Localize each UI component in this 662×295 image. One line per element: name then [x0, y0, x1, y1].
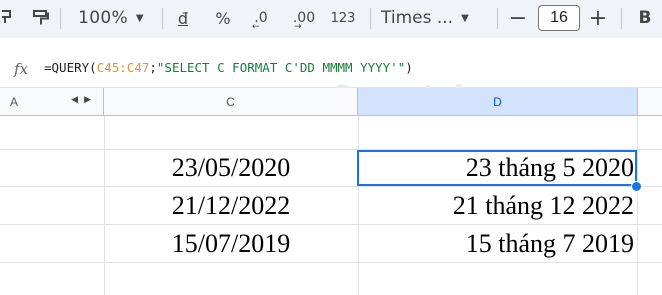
- toolbar-divider: [162, 8, 163, 29]
- column-header-a[interactable]: A ◀▶: [0, 88, 104, 116]
- toolbar-divider: [370, 8, 371, 29]
- formula-query-string: "SELECT C FORMAT C'DD MMMM YYYY'": [156, 60, 406, 75]
- percent-format-button[interactable]: %: [208, 0, 238, 36]
- fill-handle[interactable]: [631, 181, 642, 192]
- cell-d46[interactable]: 21 tháng 12 2022: [358, 188, 638, 224]
- bold-button[interactable]: B: [630, 0, 660, 36]
- row-gridline: [0, 262, 662, 263]
- currency-format-button[interactable]: đ: [168, 0, 198, 36]
- column-header-d[interactable]: D: [358, 88, 638, 116]
- column-header-c[interactable]: C: [104, 88, 358, 116]
- cell-c45[interactable]: 23/05/2020: [104, 150, 358, 186]
- paint-format-icon[interactable]: [28, 0, 54, 36]
- column-header-label: A: [10, 94, 19, 109]
- cell-c46[interactable]: 21/12/2022: [104, 188, 358, 224]
- font-family-select[interactable]: Times ... ▼: [381, 0, 489, 36]
- row-gridline: [0, 224, 662, 225]
- column-header-e[interactable]: [638, 88, 662, 116]
- caret-down-icon: ▼: [135, 12, 144, 24]
- formula-range: C45:C47: [96, 60, 150, 75]
- column-header-label: D: [493, 94, 502, 109]
- cell-c47[interactable]: 15/07/2019: [104, 226, 358, 262]
- toolbar-divider: [497, 8, 498, 29]
- formula-input[interactable]: =QUERY(C45:C47;"SELECT C FORMAT C'DD MMM…: [44, 60, 413, 75]
- increase-decimal-button[interactable]: .00 →: [284, 0, 324, 36]
- arrow-left-icon: ←: [252, 22, 260, 32]
- zoom-select[interactable]: 100% ▼: [66, 0, 156, 36]
- selected-cell-border: [357, 150, 637, 186]
- formula-suffix: ): [405, 60, 413, 75]
- caret-down-icon: ▼: [461, 12, 469, 24]
- toolbar: 100% ▼ đ % .0 ← .00 → 123 Times ... ▼ − 16…: [0, 0, 662, 38]
- toolbar-divider: [60, 8, 61, 29]
- more-formats-button[interactable]: 123: [326, 0, 360, 36]
- font-size-input[interactable]: 16: [538, 5, 580, 31]
- toolbar-divider: [621, 8, 622, 29]
- column-header-label: C: [226, 94, 235, 109]
- increase-font-size-button[interactable]: +: [584, 0, 612, 36]
- row-gridline: [0, 186, 662, 187]
- arrow-right-icon: →: [294, 22, 302, 32]
- decrease-font-size-button[interactable]: −: [504, 0, 532, 36]
- decrease-decimal-button[interactable]: .0 ←: [244, 0, 278, 36]
- column-scroll-arrows-icon[interactable]: ◀▶: [71, 94, 97, 105]
- formula-separator: ;: [149, 60, 157, 75]
- paint-format-icon[interactable]: [0, 0, 16, 36]
- font-family-value: Times ...: [381, 8, 454, 28]
- formula-prefix: =QUERY(: [44, 60, 97, 75]
- zoom-value: 100%: [78, 8, 128, 28]
- fx-icon: fx: [14, 60, 29, 78]
- cell-d47[interactable]: 15 tháng 7 2019: [358, 226, 638, 262]
